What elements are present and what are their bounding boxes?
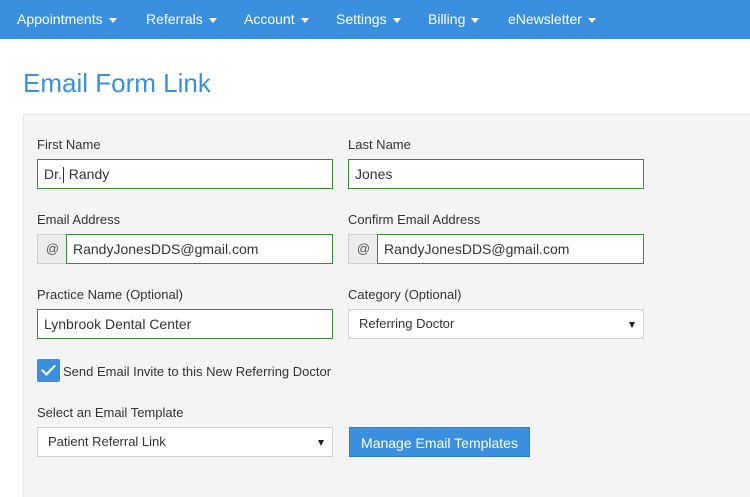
send-invite-checkbox[interactable] [37,359,60,382]
page-title: Email Form Link [23,68,211,98]
at-sign-icon: @ [37,234,67,264]
category-label: Category (Optional) [348,287,462,302]
category-selected-value: Referring Doctor [359,316,455,331]
practice-name-label: Practice Name (Optional) [37,287,183,302]
nav-settings-label: Settings [336,11,387,27]
first-name-value-part2: Randy [64,166,110,182]
chevron-down-icon [300,17,309,23]
top-navbar: Appointments Referrals Account Settings … [0,0,750,39]
nav-appointments[interactable]: Appointments [17,0,117,39]
nav-enewsletter[interactable]: eNewsletter [508,0,596,39]
confirm-email-label: Confirm Email Address [348,212,481,227]
nav-referrals[interactable]: Referrals [146,0,217,39]
first-name-input[interactable]: Dr. Randy [37,159,333,189]
at-sign-icon: @ [348,234,378,264]
template-selected-value: Patient Referral Link [48,434,166,449]
last-name-input[interactable]: Jones [348,159,644,189]
chevron-down-icon [108,17,117,23]
nav-enewsletter-label: eNewsletter [508,11,582,27]
chevron-down-icon [392,17,401,23]
chevron-down-icon [471,17,480,23]
last-name-label: Last Name [348,137,411,152]
manage-email-templates-button[interactable]: Manage Email Templates [349,427,530,457]
email-input[interactable]: RandyJonesDDS@gmail.com [66,234,333,264]
dropdown-arrow-icon [629,322,635,328]
email-label: Email Address [37,212,121,227]
nav-account-label: Account [244,11,295,27]
category-select[interactable]: Referring Doctor [348,309,644,339]
send-invite-label[interactable]: Send Email Invite to this New Referring … [63,364,331,379]
first-name-label: First Name [37,137,101,152]
dropdown-arrow-icon [318,440,324,446]
confirm-email-input[interactable]: RandyJonesDDS@gmail.com [377,234,644,264]
text-cursor [62,167,64,184]
practice-name-input[interactable]: Lynbrook Dental Center [37,309,333,339]
checkmark-icon [41,364,56,376]
template-label: Select an Email Template [37,405,184,420]
first-name-value-part1: Dr. [44,166,62,182]
email-template-select[interactable]: Patient Referral Link [37,427,333,457]
nav-billing[interactable]: Billing [428,0,480,39]
nav-settings[interactable]: Settings [336,0,401,39]
nav-referrals-label: Referrals [146,11,203,27]
nav-billing-label: Billing [428,11,466,27]
nav-appointments-label: Appointments [17,11,103,27]
nav-account[interactable]: Account [244,0,309,39]
chevron-down-icon [208,17,217,23]
chevron-down-icon [587,17,596,23]
